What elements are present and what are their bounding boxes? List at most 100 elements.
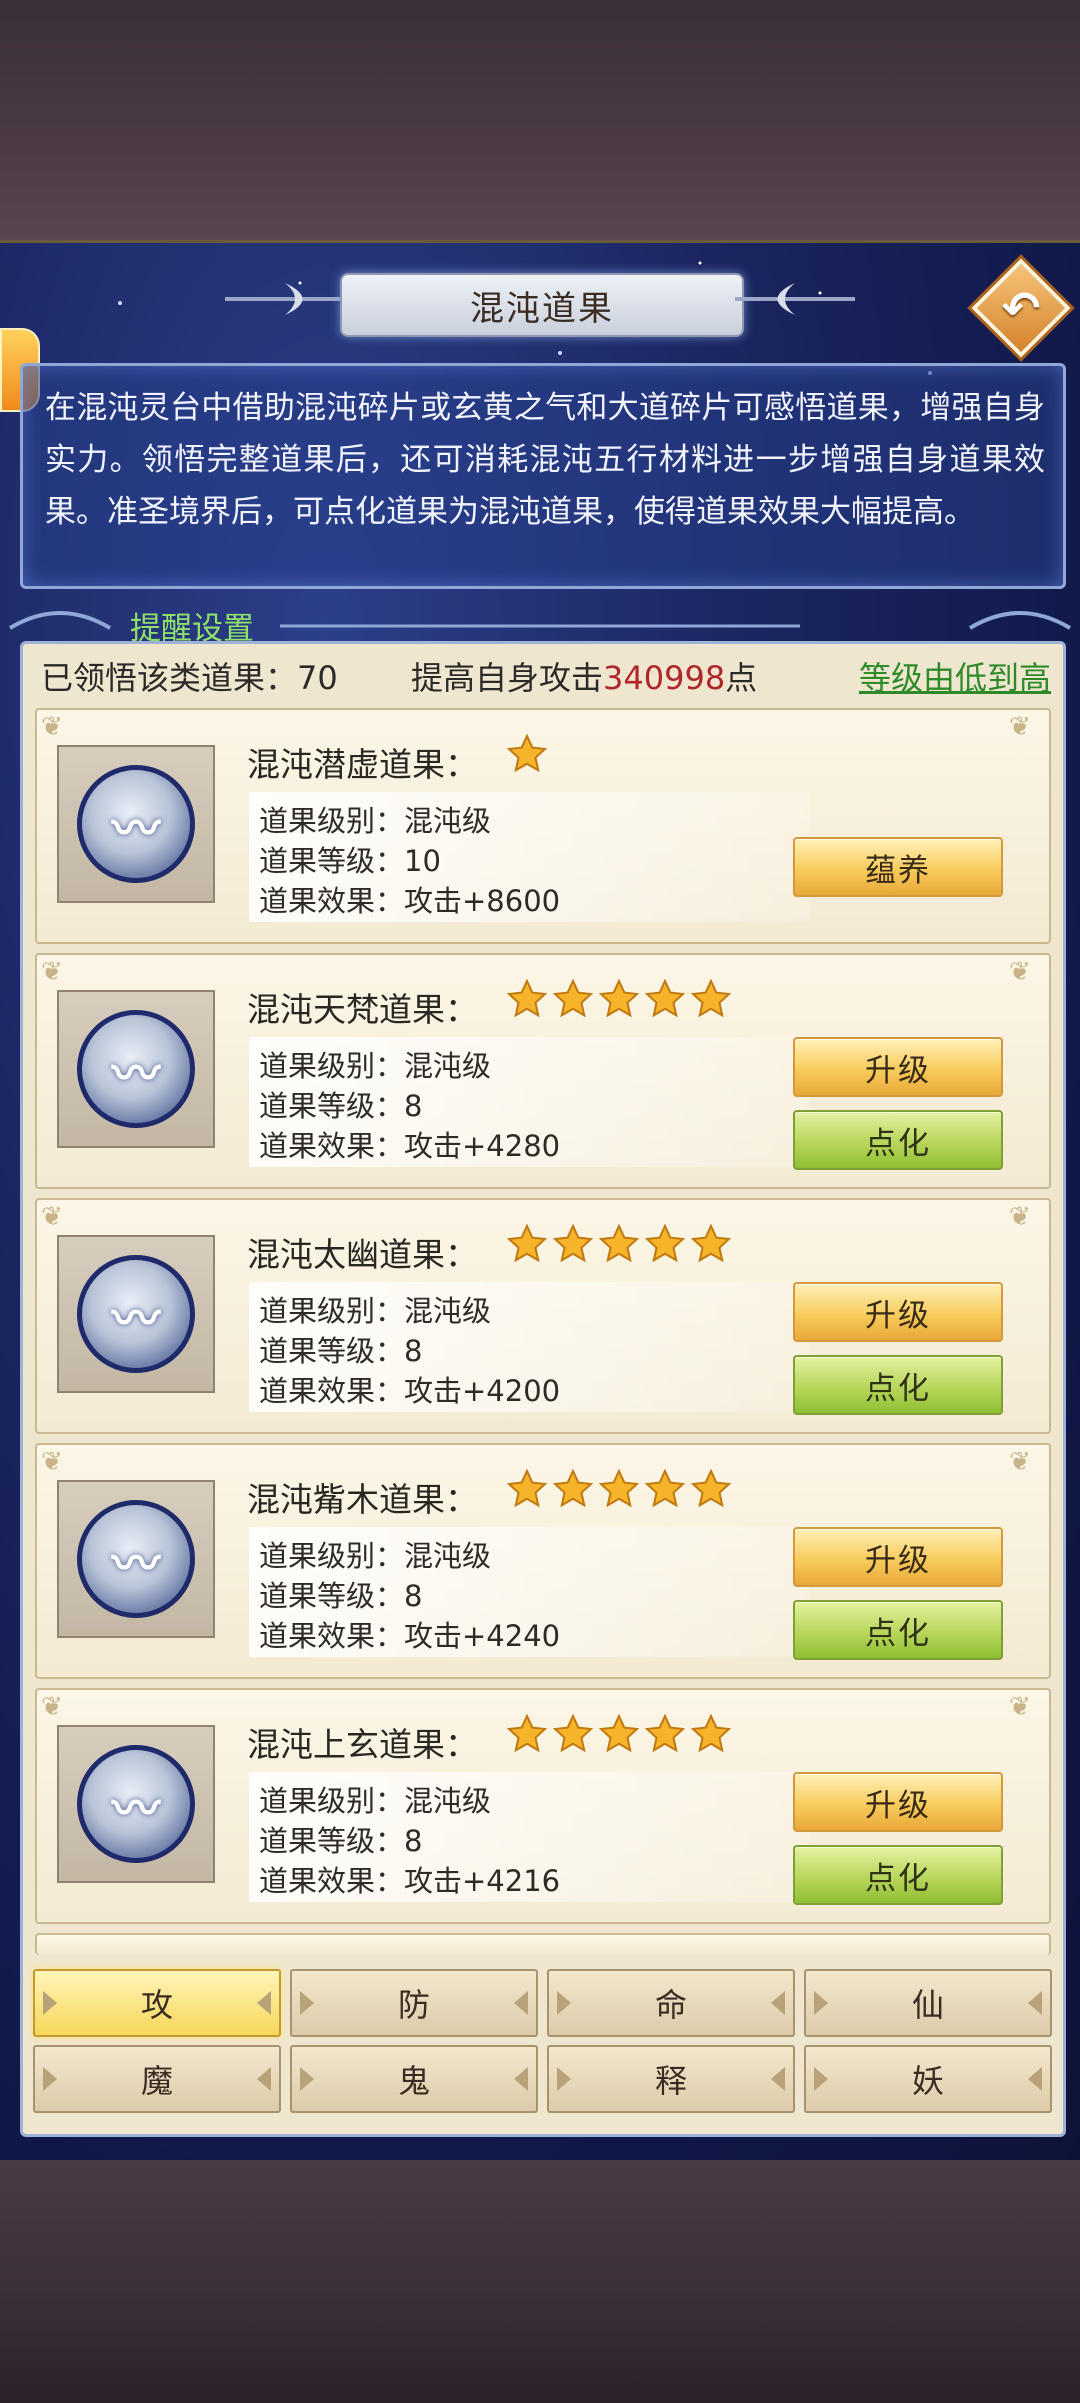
fruit-effect: 道果效果：攻击+4200 <box>259 1374 561 1408</box>
tab-arrow-left <box>557 1991 571 2015</box>
tab-arrow-left <box>300 2067 314 2091</box>
fruit-level: 道果等级：8 <box>259 1579 423 1613</box>
fruit-icon-frame[interactable]: 〰 <box>57 1480 215 1638</box>
star-rating <box>507 979 731 1019</box>
tab-label: 鬼 <box>397 2062 430 2100</box>
corner-ornament: ❦ <box>41 1447 63 1477</box>
star-icon <box>691 1224 731 1263</box>
chaos-orb-icon: 〰 <box>77 1500 195 1618</box>
tab-label: 防 <box>397 1986 430 2024</box>
main-panel: 混沌道果 ↶ 在混沌灵台中借助混沌碎片或玄黄之气和大道碎片可感悟道果，增强自身实… <box>0 240 1080 2163</box>
star-rating <box>507 734 547 774</box>
tab-monster[interactable]: 妖 <box>804 2045 1052 2113</box>
boost-value: 340998 <box>603 659 726 697</box>
fruit-effect: 道果效果：攻击+4216 <box>259 1864 561 1898</box>
boost-suffix: 点 <box>725 659 758 697</box>
tab-arrow-right <box>514 2067 528 2091</box>
description-text: 在混沌灵台中借助混沌碎片或玄黄之气和大道碎片可感悟道果，增强自身实力。领悟完整道… <box>45 390 1045 530</box>
tab-attack[interactable]: 攻 <box>33 1969 281 2037</box>
back-button[interactable]: ↶ <box>971 258 1071 358</box>
fruit-icon-frame[interactable]: 〰 <box>57 990 215 1148</box>
enlighten-button[interactable]: 点化 <box>793 1600 1003 1660</box>
star-icon <box>645 979 685 1018</box>
tab-arrow-right <box>771 1991 785 2015</box>
corner-ornament: ❦ <box>1009 1692 1031 1722</box>
tab-label: 攻 <box>140 1986 173 2024</box>
upgrade-button[interactable]: 升级 <box>793 1282 1003 1342</box>
star-icon <box>645 1469 685 1508</box>
title-wing-left <box>225 283 345 315</box>
tab-demon[interactable]: 魔 <box>33 2045 281 2113</box>
corner-ornament: ❦ <box>1009 712 1031 742</box>
tab-immortal[interactable]: 仙 <box>804 1969 1052 2037</box>
tab-arrow-right <box>514 1991 528 2015</box>
corner-ornament: ❦ <box>41 1202 63 1232</box>
fruit-card: ❦ ❦ 〰 混沌天梵道果： 道果级别：混沌级 道果等级：8 道果效果：攻击+42… <box>35 953 1051 1189</box>
upgrade-button[interactable]: 升级 <box>793 1772 1003 1832</box>
upgrade-button[interactable]: 升级 <box>793 1527 1003 1587</box>
nurture-button[interactable]: 蕴养 <box>793 837 1003 897</box>
tab-arrow-right <box>1028 1991 1042 2015</box>
chaos-orb-icon: 〰 <box>77 765 195 883</box>
corner-ornament: ❦ <box>41 957 63 987</box>
fruit-rank: 道果级别：混沌级 <box>259 1539 492 1573</box>
boost-prefix: 提高自身攻击 <box>411 659 604 697</box>
fruit-level: 道果等级：8 <box>259 1824 423 1858</box>
star-icon <box>599 979 639 1018</box>
tab-label: 魔 <box>140 2062 173 2100</box>
star-icon <box>553 979 593 1018</box>
title-wing-right <box>735 283 855 315</box>
fruit-card: ❦ ❦ 〰 混沌潜虚道果： 道果级别：混沌级 道果等级：10 道果效果：攻击+8… <box>35 708 1051 944</box>
fruit-name: 混沌潜虚道果： <box>247 745 478 784</box>
star-icon <box>645 1224 685 1263</box>
top-backdrop <box>0 0 1080 240</box>
fruit-level: 道果等级：8 <box>259 1089 423 1123</box>
tab-label: 妖 <box>911 2062 944 2100</box>
fruit-icon-frame[interactable]: 〰 <box>57 1725 215 1883</box>
enlighten-button[interactable]: 点化 <box>793 1110 1003 1170</box>
star-icon <box>645 1714 685 1753</box>
tab-defense[interactable]: 防 <box>290 1969 538 2037</box>
tab-arrow-right <box>1028 2067 1042 2091</box>
corner-ornament: ❦ <box>41 1692 63 1722</box>
star-icon <box>691 1714 731 1753</box>
enlighten-button[interactable]: 点化 <box>793 1355 1003 1415</box>
collected-count: 已领悟该类道果：70 <box>41 659 338 697</box>
tab-arrow-left <box>814 1991 828 2015</box>
fruit-card-partial <box>35 1933 1051 1955</box>
upgrade-button[interactable]: 升级 <box>793 1037 1003 1097</box>
tab-life[interactable]: 命 <box>547 1969 795 2037</box>
tab-arrow-left <box>814 2067 828 2091</box>
summary-bar: 已领悟该类道果：70 提高自身攻击340998点 等级由低到高 <box>41 650 1051 702</box>
tab-buddhist[interactable]: 释 <box>547 2045 795 2113</box>
fruit-name: 混沌太幽道果： <box>247 1235 478 1274</box>
fruit-icon-frame[interactable]: 〰 <box>57 745 215 903</box>
fruit-rank: 道果级别：混沌级 <box>259 1294 492 1328</box>
fruit-rank: 道果级别：混沌级 <box>259 804 492 838</box>
tab-label: 命 <box>654 1986 687 2024</box>
tab-ghost[interactable]: 鬼 <box>290 2045 538 2113</box>
fruit-name: 混沌上玄道果： <box>247 1725 478 1764</box>
fruit-list-frame: 已领悟该类道果：70 提高自身攻击340998点 等级由低到高 ❦ ❦ 〰 混沌… <box>20 641 1066 2137</box>
fruit-icon-frame[interactable]: 〰 <box>57 1235 215 1393</box>
bottom-backdrop <box>0 2160 1080 2403</box>
fruit-effect: 道果效果：攻击+8600 <box>259 884 561 918</box>
tab-arrow-right <box>257 2067 271 2091</box>
star-icon <box>507 1224 547 1263</box>
fruit-effect: 道果效果：攻击+4240 <box>259 1619 561 1653</box>
star-icon <box>507 979 547 1018</box>
star-icon <box>507 734 547 773</box>
tab-label: 仙 <box>911 1986 944 2024</box>
sort-order-link[interactable]: 等级由低到高 <box>859 653 1051 699</box>
fruit-level: 道果等级：8 <box>259 1334 423 1368</box>
fruit-level: 道果等级：10 <box>259 844 441 878</box>
corner-ornament: ❦ <box>1009 1202 1031 1232</box>
corner-ornament: ❦ <box>1009 957 1031 987</box>
enlighten-button[interactable]: 点化 <box>793 1845 1003 1905</box>
corner-ornament: ❦ <box>41 712 63 742</box>
star-rating <box>507 1224 731 1264</box>
fruit-effect: 道果效果：攻击+4280 <box>259 1129 561 1163</box>
star-icon <box>691 979 731 1018</box>
fruit-rank: 道果级别：混沌级 <box>259 1784 492 1818</box>
star-icon <box>553 1224 593 1263</box>
